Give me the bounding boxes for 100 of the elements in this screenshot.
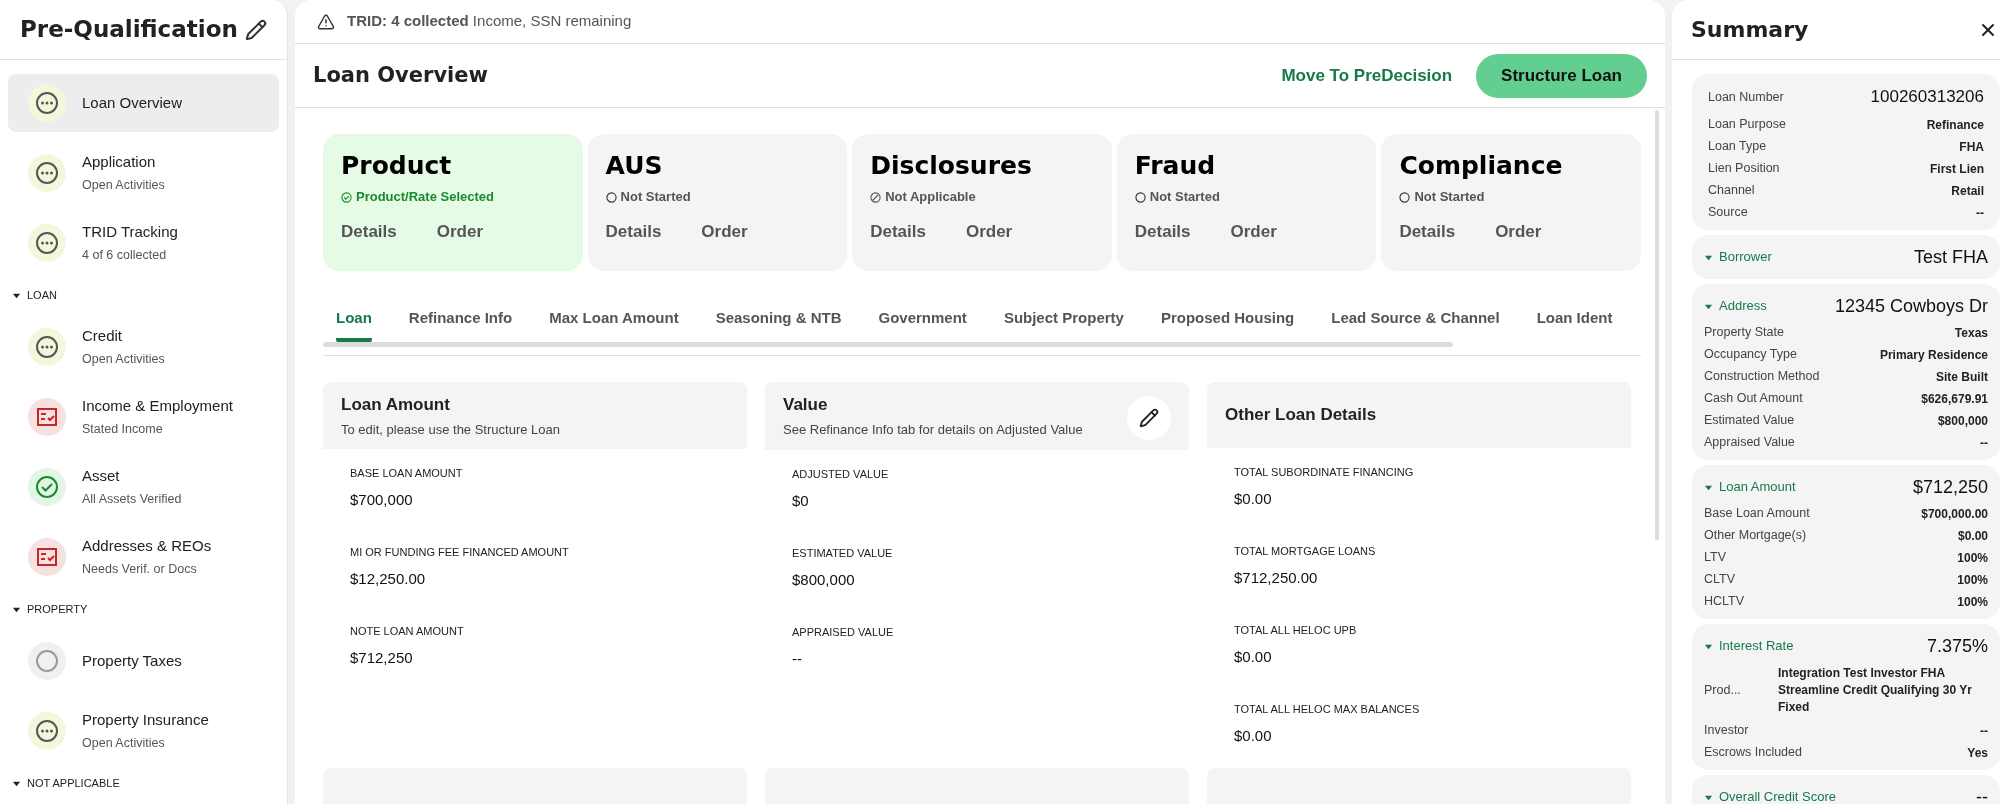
edit-button[interactable] [1127, 395, 1171, 440]
card-status-text: Not Applicable [885, 188, 976, 207]
row-label: Appraised Value [1704, 434, 1795, 452]
pending-status-icon [28, 224, 66, 262]
card-action-link[interactable]: Order [1495, 218, 1542, 245]
card-action-link[interactable]: Order [701, 218, 748, 245]
section-label[interactable]: NOT APPLICABLE [27, 774, 120, 792]
group-value: $712,250 [1912, 475, 1988, 499]
group-label[interactable]: Interest Rate [1719, 636, 1794, 656]
row-value: Texas [1954, 324, 1988, 342]
row-label: Investor [1704, 722, 1749, 740]
tab[interactable]: Max Loan Amount [549, 307, 679, 343]
row-label: Construction Method [1704, 368, 1820, 386]
tab[interactable]: Seasoning & NTB [715, 307, 842, 343]
field-value: $0.00 [1234, 489, 1273, 509]
row-value: -- [1980, 722, 1988, 740]
horizontal-scrollbar[interactable] [323, 341, 1453, 347]
row-value: 100% [1957, 571, 1988, 589]
row-value: Integration Test Investor FHA Streamline Credit Qualifying 30 Yr Fixed [1778, 665, 1973, 716]
card-title: Disclosures [870, 150, 1033, 182]
field-value: $0.00 [1234, 647, 1273, 667]
row-value: 100% [1957, 549, 1988, 567]
panel-title: Value [783, 393, 829, 416]
row-value: Retail [1951, 182, 1984, 200]
move-to-predecision-link[interactable]: Move To PreDecision [1281, 62, 1453, 89]
group-value: 7.375% [1926, 634, 1988, 658]
structure-loan-button[interactable]: Structure Loan [1476, 53, 1647, 98]
row-label: Cash Out Amount [1704, 390, 1803, 408]
tab[interactable]: Government [878, 307, 967, 343]
card-action-link[interactable]: Order [1230, 218, 1277, 245]
item-label: Property Insurance [82, 710, 209, 731]
row-label: Occupancy Type [1704, 346, 1797, 364]
row-value: $700,000.00 [1921, 505, 1988, 523]
group-label[interactable]: Overall Credit Score [1719, 787, 1837, 804]
section-label[interactable]: PROPERTY [27, 600, 88, 618]
item-label: Credit [82, 326, 123, 347]
sidebar-item[interactable]: Loan Overview [8, 74, 279, 132]
checklist-status-icon [28, 538, 66, 576]
tab[interactable]: Refinance Info [408, 307, 513, 343]
item-label: Loan Overview [82, 92, 183, 113]
card-action-link[interactable]: Details [1399, 218, 1456, 245]
prohibited-icon [870, 191, 882, 203]
row-value: 100260313206 [1870, 86, 1984, 109]
card-action-link[interactable]: Details [605, 218, 662, 245]
row-label: HCLTV [1704, 593, 1745, 611]
panel-title: Loan Amount [341, 393, 451, 416]
group-value: -- [1976, 785, 1988, 804]
panel-subtitle: See Refinance Info tab for details on Adjusted Value [783, 421, 1083, 439]
item-label: Application [82, 152, 157, 173]
row-value: 100% [1957, 593, 1988, 611]
field-label: TOTAL ALL HELOC UPB [1234, 622, 1358, 638]
sidebar-title: Pre-Qualification [20, 15, 238, 45]
card-action-link[interactable]: Details [341, 218, 397, 245]
row-value: $626,679.91 [1921, 390, 1988, 408]
checklist-status-icon [28, 398, 66, 436]
empty-status-icon [28, 642, 66, 680]
check-circle-icon [341, 191, 352, 203]
pencil-icon [1139, 407, 1159, 428]
card-action-link[interactable]: Order [965, 218, 1013, 245]
pending-status-icon [28, 712, 66, 750]
row-value: FHA [1959, 138, 1984, 156]
group-label[interactable]: Address [1719, 296, 1767, 316]
edit-icon[interactable] [245, 18, 267, 41]
warning-icon [317, 12, 335, 31]
card-title: AUS [605, 150, 664, 182]
row-label: Loan Number [1708, 88, 1784, 106]
card-action-link[interactable]: Details [1134, 218, 1191, 245]
card-action-link[interactable]: Order [436, 218, 484, 245]
row-value: -- [1976, 204, 1984, 222]
row-value: $800,000 [1937, 412, 1988, 430]
field-value: $12,250.00 [350, 569, 427, 590]
circle-icon [1399, 191, 1411, 203]
tab[interactable]: Subject Property [1003, 307, 1124, 343]
row-label: Other Mortgage(s) [1704, 527, 1807, 545]
field-label: APPRAISED VALUE [792, 624, 895, 640]
field-label: NOTE LOAN AMOUNT [350, 623, 465, 639]
pending-status-icon [28, 328, 66, 366]
row-label: Base Loan Amount [1704, 505, 1810, 523]
item-status-text: Open Activities [82, 176, 165, 194]
field-value: $712,250 [350, 648, 414, 669]
group-label[interactable]: Borrower [1719, 247, 1772, 267]
row-label: Source [1708, 204, 1748, 222]
tab[interactable]: Lead Source & Channel [1331, 307, 1500, 343]
vertical-scrollbar[interactable] [1655, 110, 1659, 540]
tab[interactable]: Proposed Housing [1160, 307, 1295, 343]
item-label: Asset [82, 466, 121, 487]
row-label: Lien Position [1708, 160, 1780, 178]
row-value: First Lien [1930, 160, 1984, 178]
group-label[interactable]: Loan Amount [1719, 477, 1796, 497]
summary-title: Summary [1691, 16, 1809, 44]
row-value: $0.00 [1957, 527, 1988, 545]
row-label: Loan Type [1708, 138, 1767, 156]
row-value: Site Built [1936, 368, 1988, 386]
tab[interactable]: Loan Ident [1536, 307, 1613, 343]
field-value: $0.00 [1234, 726, 1273, 746]
section-label[interactable]: LOAN [27, 286, 57, 304]
panel-subtitle: To edit, please use the Structure Loan [341, 421, 560, 439]
row-label: LTV [1704, 549, 1726, 567]
field-label: ESTIMATED VALUE [792, 545, 894, 561]
card-action-link[interactable]: Details [870, 218, 926, 245]
